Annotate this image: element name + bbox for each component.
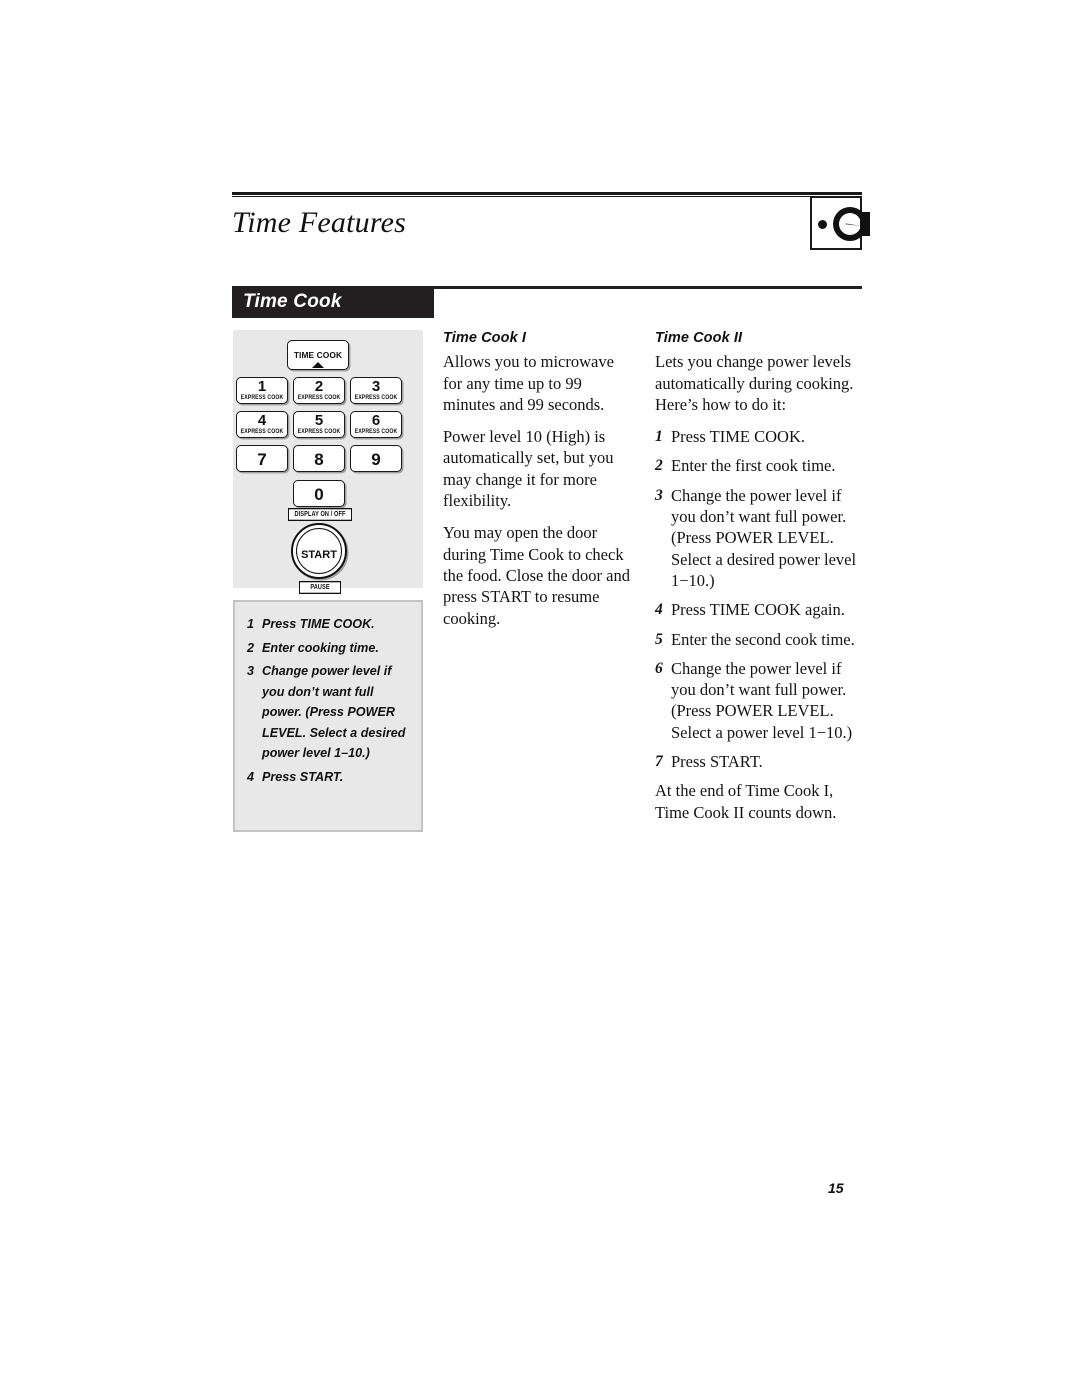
step-number: 4	[247, 769, 255, 784]
key-2-digit: 2	[314, 378, 324, 395]
paragraph: Allows you to microwave for any time up …	[443, 352, 614, 414]
numbered-step: 5 Enter the second cook time.	[655, 629, 860, 650]
display-on-off-label: DISPLAY ON / OFF	[288, 508, 352, 521]
key-0: 0	[293, 480, 345, 507]
step-number: 2	[247, 640, 255, 655]
paragraph: You may open the door during Time Cook t…	[443, 523, 630, 628]
step-number: 3	[655, 486, 663, 504]
step-number: 6	[655, 659, 663, 677]
key-5: 5 EXPRESS COOK	[293, 411, 345, 438]
key-0-digit: 0	[314, 485, 324, 504]
numbered-step: 1 Press TIME COOK.	[655, 426, 860, 447]
key-6: 6 EXPRESS COOK	[350, 411, 402, 438]
page-title: Time Features	[232, 206, 406, 239]
step-text: Change the power level if you don’t want…	[671, 485, 857, 590]
key-6-digit: 6	[371, 412, 381, 429]
up-triangle-icon	[312, 362, 324, 368]
key-5-digit: 5	[314, 412, 324, 429]
key-start-label: START	[301, 549, 337, 561]
step-text: Press TIME COOK.	[671, 427, 805, 447]
key-9: 9	[350, 445, 402, 472]
steps-box-row: 1 Press TIME COOK.	[247, 614, 411, 635]
header-rule-thick	[232, 192, 862, 195]
header-icon-box	[810, 196, 870, 250]
section-banner-label: Time Cook	[243, 291, 342, 312]
key-1-sublabel: EXPRESS COOK	[240, 394, 284, 402]
step-text: Change the power level if you don’t want…	[671, 658, 853, 742]
steps-box: 1 Press TIME COOK. 2 Enter cooking time.…	[233, 600, 423, 832]
key-2-sublabel: EXPRESS COOK	[297, 394, 341, 402]
key-3: 3 EXPRESS COOK	[350, 377, 402, 404]
steps-box-row: 3 Change power level if you don’t want f…	[247, 661, 411, 764]
step-number: 1	[655, 428, 663, 446]
key-4: 4 EXPRESS COOK	[236, 411, 288, 438]
step-text: Enter the second cook time.	[671, 629, 855, 649]
bullet-dot-icon	[818, 220, 827, 229]
paragraph-closing: At the end of Time Cook I, Time Cook II …	[655, 781, 837, 822]
step-number: 7	[655, 753, 663, 771]
column-heading: Time Cook II	[655, 330, 743, 346]
section-banner: Time Cook	[232, 286, 434, 318]
key-8-digit: 8	[314, 450, 324, 469]
key-3-digit: 3	[371, 378, 381, 395]
key-1: 1 EXPRESS COOK	[236, 377, 288, 404]
pause-label: PAUSE	[299, 581, 341, 594]
keypad-illustration: TIME COOK 1 EXPRESS COOK 2 EXPRESS COOK …	[233, 330, 423, 594]
header-rule-thin	[232, 196, 862, 197]
step-text: Enter cooking time.	[262, 640, 379, 655]
column-time-cook-2: Time Cook II Lets you change power level…	[655, 328, 860, 823]
step-number: 3	[247, 664, 255, 678]
numbered-step: 2 Enter the first cook time.	[655, 455, 860, 476]
steps-box-row: 4 Press START.	[247, 767, 411, 788]
steps-box-row: 2 Enter cooking time.	[247, 638, 411, 659]
key-1-digit: 1	[257, 378, 267, 395]
key-8: 8	[293, 445, 345, 472]
column-heading: Time Cook I	[443, 330, 527, 346]
key-start-inner-ring: START	[296, 528, 342, 574]
key-7-digit: 7	[257, 450, 267, 469]
dial-knob-icon	[832, 207, 870, 241]
key-9-digit: 9	[371, 450, 381, 469]
numbered-step: 7 Press START.	[655, 751, 860, 772]
column-time-cook-1: Time Cook I Allows you to microwave for …	[443, 328, 635, 629]
numbered-step: 6 Change the power level if you don’t wa…	[655, 658, 860, 743]
step-text: Press TIME COOK.	[262, 617, 375, 631]
key-7: 7	[236, 445, 288, 472]
paragraph: Power level 10 (High) is automatically s…	[443, 427, 614, 511]
step-number: 1	[247, 617, 255, 631]
step-number: 5	[655, 630, 663, 648]
page-header: Time Features	[232, 192, 862, 239]
key-start: START	[291, 523, 347, 579]
key-time-cook: TIME COOK	[287, 340, 349, 370]
step-text: Press START.	[262, 769, 344, 784]
step-text: Change power level if you don’t want ful…	[262, 664, 406, 760]
step-text: Press START.	[671, 752, 763, 772]
numbered-step: 4 Press TIME COOK again.	[655, 599, 860, 620]
key-5-sublabel: EXPRESS COOK	[297, 428, 341, 436]
key-6-sublabel: EXPRESS COOK	[354, 428, 398, 436]
section-banner-rule	[434, 286, 862, 289]
page-number: 15	[828, 1180, 844, 1196]
step-number: 4	[655, 601, 663, 619]
numbered-step: 3 Change the power level if you don’t wa…	[655, 485, 860, 591]
key-2: 2 EXPRESS COOK	[293, 377, 345, 404]
step-text: Enter the first cook time.	[671, 456, 836, 476]
step-number: 2	[655, 457, 663, 475]
key-4-digit: 4	[257, 412, 267, 429]
paragraph-intro: Lets you change power levels automatical…	[655, 352, 854, 414]
step-text: Press TIME COOK again.	[671, 600, 845, 620]
key-4-sublabel: EXPRESS COOK	[240, 428, 284, 436]
key-3-sublabel: EXPRESS COOK	[354, 394, 398, 402]
